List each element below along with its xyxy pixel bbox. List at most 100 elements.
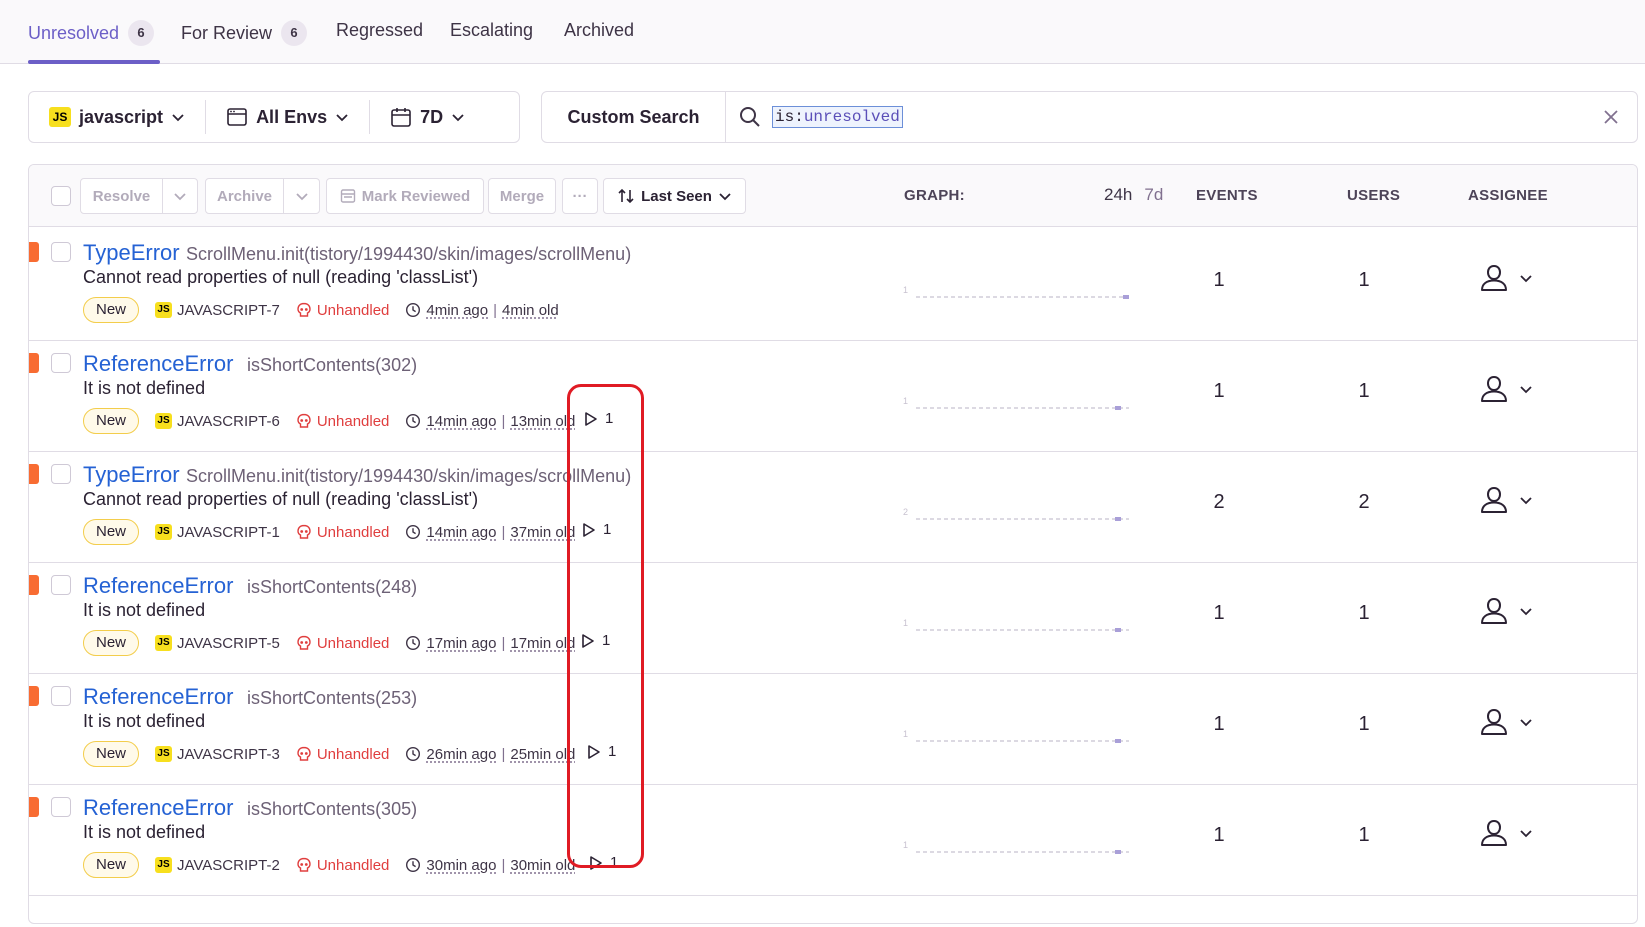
short-id[interactable]: JS JAVASCRIPT-1 bbox=[155, 524, 280, 541]
range-7d-option[interactable]: 7d bbox=[1144, 185, 1163, 205]
replay-count[interactable]: 1 bbox=[581, 632, 610, 649]
time-separator: | bbox=[501, 856, 506, 874]
first-seen-time[interactable]: 37min old bbox=[510, 524, 575, 541]
issue-row[interactable]: TypeError ScrollMenu.init(tistory/1994430… bbox=[29, 449, 1637, 563]
unhandled-label: Unhandled bbox=[316, 856, 390, 874]
replay-count[interactable]: 1 bbox=[589, 854, 618, 871]
first-seen-time[interactable]: 25min old bbox=[510, 746, 575, 763]
issue-title-link[interactable]: ReferenceError bbox=[83, 351, 233, 377]
archive-dropdown-button[interactable] bbox=[283, 178, 320, 214]
tab-for-review[interactable]: For Review 6 bbox=[181, 20, 308, 46]
chevron-down-icon bbox=[1520, 719, 1532, 727]
issue-row[interactable]: ReferenceError isShortContents(302) It is … bbox=[29, 338, 1637, 452]
clock-icon bbox=[406, 524, 421, 540]
tab-label: Archived bbox=[564, 20, 635, 40]
short-id[interactable]: JS JAVASCRIPT-2 bbox=[155, 857, 280, 874]
events-count: 1 bbox=[1213, 602, 1225, 624]
issue-row[interactable]: ReferenceError isShortContents(305) It is … bbox=[29, 782, 1637, 896]
select-all-checkbox[interactable] bbox=[51, 186, 71, 206]
users-count: 1 bbox=[1358, 602, 1370, 624]
issue-trend-graph: 1 bbox=[903, 729, 1129, 743]
issue-meta: New JS JAVASCRIPT-1 Unhandled 14min ago | 37mi… bbox=[83, 519, 575, 545]
graph-bar bbox=[1115, 628, 1121, 632]
replay-count[interactable]: 1 bbox=[584, 410, 613, 427]
replay-count-label: 1 bbox=[603, 521, 612, 538]
more-actions-button[interactable]: ··· bbox=[562, 178, 598, 214]
assignee-selector[interactable] bbox=[1479, 263, 1533, 293]
last-seen-time[interactable]: 14min ago bbox=[426, 524, 496, 541]
issue-title-link[interactable]: ReferenceError bbox=[83, 795, 233, 821]
assignee-selector[interactable] bbox=[1479, 485, 1533, 515]
resolve-button[interactable]: Resolve bbox=[80, 178, 163, 214]
user-icon bbox=[1481, 264, 1507, 291]
skull-icon bbox=[297, 857, 311, 872]
user-icon bbox=[1481, 819, 1507, 846]
issue-row[interactable]: ReferenceError isShortContents(253) It is … bbox=[29, 671, 1637, 785]
issue-title-link[interactable]: TypeError bbox=[83, 462, 180, 488]
issue-message: It is not defined bbox=[83, 711, 206, 731]
first-seen-time[interactable]: 17min old bbox=[510, 635, 575, 652]
play-icon bbox=[583, 522, 595, 537]
skull-icon bbox=[297, 413, 311, 428]
issue-title-link[interactable]: ReferenceError bbox=[83, 684, 233, 710]
last-seen-time[interactable]: 30min ago bbox=[426, 857, 496, 874]
first-seen-time[interactable]: 30min old bbox=[510, 857, 575, 874]
unhandled-label: Unhandled bbox=[316, 301, 390, 319]
tab-archived[interactable]: Archived bbox=[564, 20, 634, 41]
issue-checkbox[interactable] bbox=[51, 686, 71, 706]
replay-count-label: 1 bbox=[602, 632, 611, 649]
short-id[interactable]: JS JAVASCRIPT-6 bbox=[155, 413, 280, 430]
tab-escalating[interactable]: Escalating bbox=[450, 20, 533, 41]
error-level-indicator bbox=[29, 464, 39, 484]
replay-count[interactable]: 1 bbox=[582, 521, 611, 538]
users-count: 1 bbox=[1358, 713, 1370, 735]
issue-title-link[interactable]: TypeError bbox=[83, 240, 180, 266]
search-query-token[interactable]: is:unresolved bbox=[772, 106, 903, 128]
javascript-platform-icon: JS bbox=[155, 413, 173, 429]
sort-by-button[interactable]: Last Seen bbox=[603, 178, 746, 214]
environment-filter-button[interactable]: All Envs bbox=[206, 92, 369, 142]
date-range-filter-button[interactable]: 7D bbox=[370, 92, 485, 142]
issue-checkbox[interactable] bbox=[51, 464, 71, 484]
archive-button[interactable]: Archive bbox=[205, 178, 284, 214]
short-id[interactable]: JS JAVASCRIPT-5 bbox=[155, 635, 280, 652]
first-seen-time[interactable]: 4min old bbox=[502, 302, 559, 319]
project-filter-button[interactable]: JS javascript bbox=[29, 92, 205, 142]
short-id[interactable]: JS JAVASCRIPT-3 bbox=[155, 746, 280, 763]
users-column-header: USERS bbox=[1347, 187, 1401, 204]
assignee-selector[interactable] bbox=[1479, 707, 1533, 737]
close-icon[interactable] bbox=[1601, 107, 1621, 127]
tab-regressed[interactable]: Regressed bbox=[336, 20, 423, 41]
issue-row[interactable]: TypeError ScrollMenu.init(tistory/1994430… bbox=[29, 227, 1637, 341]
last-seen-time[interactable]: 17min ago bbox=[426, 635, 496, 652]
merge-button[interactable]: Merge bbox=[488, 178, 556, 214]
issue-title-link[interactable]: ReferenceError bbox=[83, 573, 233, 599]
assignee-selector[interactable] bbox=[1479, 818, 1533, 848]
chevron-down-icon bbox=[174, 193, 186, 201]
clock-icon bbox=[406, 635, 421, 651]
issue-checkbox[interactable] bbox=[51, 575, 71, 595]
replay-count[interactable]: 1 bbox=[587, 743, 616, 760]
range-24h-option[interactable]: 24h bbox=[1104, 185, 1132, 205]
short-id[interactable]: JS JAVASCRIPT-7 bbox=[155, 302, 280, 319]
tab-unresolved[interactable]: Unresolved 6 bbox=[28, 20, 155, 46]
assignee-selector[interactable] bbox=[1479, 374, 1533, 404]
assignee-selector[interactable] bbox=[1479, 596, 1533, 626]
new-issue-badge: New bbox=[83, 852, 140, 878]
issue-checkbox[interactable] bbox=[51, 797, 71, 817]
last-seen-time[interactable]: 14min ago bbox=[426, 413, 496, 430]
search-input[interactable] bbox=[903, 92, 1601, 142]
custom-search-button[interactable]: Custom Search bbox=[542, 92, 726, 142]
time-separator: | bbox=[501, 412, 506, 430]
issue-row[interactable]: ReferenceError isShortContents(248) It is … bbox=[29, 560, 1637, 674]
skull-icon bbox=[297, 524, 311, 539]
first-seen-time[interactable]: 13min old bbox=[510, 413, 575, 430]
unhandled-tag: Unhandled bbox=[296, 301, 390, 319]
mark-reviewed-button[interactable]: Mark Reviewed bbox=[326, 178, 484, 214]
last-seen-time[interactable]: 4min ago bbox=[426, 302, 488, 319]
issue-checkbox[interactable] bbox=[51, 242, 71, 262]
resolve-dropdown-button[interactable] bbox=[162, 178, 198, 214]
last-seen-time[interactable]: 26min ago bbox=[426, 746, 496, 763]
events-count: 1 bbox=[1213, 380, 1225, 402]
issue-checkbox[interactable] bbox=[51, 353, 71, 373]
